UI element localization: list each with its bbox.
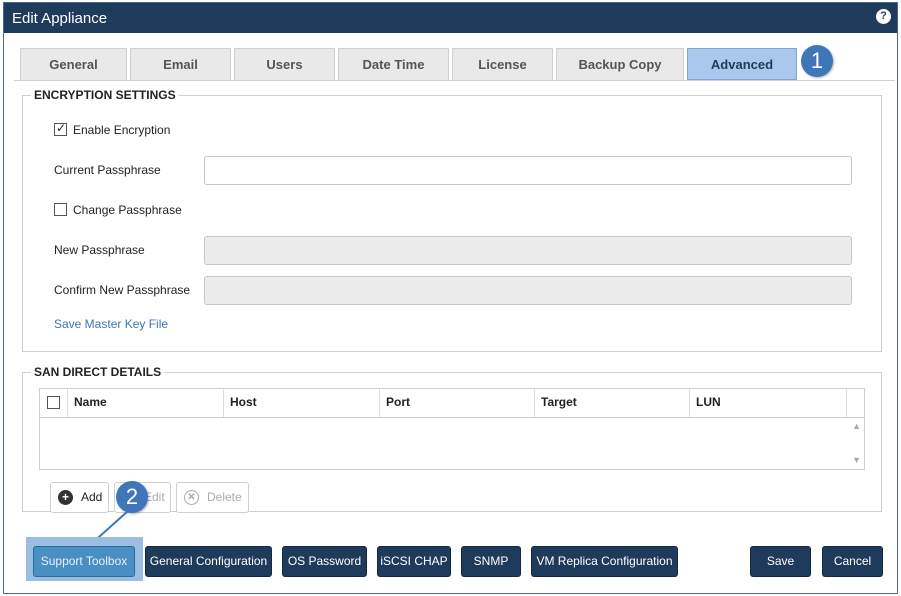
column-port[interactable]: Port (380, 389, 535, 417)
tab-email[interactable]: Email (130, 48, 231, 80)
san-direct-legend: SAN DIRECT DETAILS (31, 365, 165, 379)
callout-1: 1 (801, 45, 833, 77)
column-host[interactable]: Host (224, 389, 380, 417)
encryption-settings-legend: ENCRYPTION SETTINGS (31, 88, 179, 102)
column-target[interactable]: Target (535, 389, 690, 417)
scroll-down-icon[interactable]: ▼ (852, 455, 861, 465)
edit-appliance-dialog: Edit Appliance ? General Email Users Dat… (3, 2, 898, 594)
cancel-button[interactable]: Cancel (822, 546, 883, 577)
scroll-up-icon[interactable]: ▲ (852, 421, 861, 431)
help-icon[interactable]: ? (876, 9, 891, 24)
general-configuration-button[interactable]: General Configuration (145, 546, 272, 577)
iscsi-chap-button[interactable]: iSCSI CHAP (377, 546, 451, 577)
dialog-title: Edit Appliance (12, 10, 108, 27)
encryption-settings-group: ENCRYPTION SETTINGS Enable Encryption Cu… (22, 88, 882, 352)
delete-button-label: Delete (207, 490, 242, 504)
tab-divider (14, 80, 895, 81)
close-circle-icon: ✕ (184, 490, 199, 505)
save-button[interactable]: Save (750, 546, 811, 577)
current-passphrase-label: Current Passphrase (54, 163, 161, 177)
confirm-passphrase-input[interactable] (204, 276, 852, 305)
vm-replica-configuration-button[interactable]: VM Replica Configuration (531, 546, 678, 577)
enable-encryption-checkbox[interactable] (54, 121, 67, 136)
select-all-checkbox[interactable] (47, 396, 60, 409)
column-lun[interactable]: LUN (690, 389, 847, 417)
save-master-key-link[interactable]: Save Master Key File (54, 317, 168, 331)
new-passphrase-label: New Passphrase (54, 243, 145, 257)
tab-license[interactable]: License (452, 48, 553, 80)
delete-button[interactable]: ✕ Delete (176, 482, 249, 513)
san-table: Name Host Port Target LUN ▲ ▼ (39, 388, 865, 470)
change-passphrase-checkbox[interactable] (54, 203, 67, 216)
snmp-button[interactable]: SNMP (461, 546, 521, 577)
tab-advanced[interactable]: Advanced (687, 48, 797, 80)
plus-circle-icon: + (58, 490, 73, 505)
tab-general[interactable]: General (20, 48, 127, 80)
enable-encryption-label: Enable Encryption (73, 123, 171, 137)
add-button-label: Add (81, 490, 103, 504)
tab-users[interactable]: Users (234, 48, 335, 80)
os-password-button[interactable]: OS Password (282, 546, 367, 577)
tab-date-time[interactable]: Date Time (338, 48, 449, 80)
tab-backup-copy[interactable]: Backup Copy (556, 48, 684, 80)
select-all-cell (40, 389, 68, 417)
current-passphrase-input[interactable] (204, 156, 852, 185)
new-passphrase-input[interactable] (204, 236, 852, 265)
table-header: Name Host Port Target LUN (40, 389, 864, 418)
column-name[interactable]: Name (68, 389, 224, 417)
confirm-passphrase-label: Confirm New Passphrase (54, 283, 191, 297)
support-toolbox-button[interactable]: Support Toolbox (33, 546, 135, 577)
change-passphrase-label: Change Passphrase (73, 203, 182, 217)
title-bar: Edit Appliance ? (4, 3, 897, 33)
san-direct-group: SAN DIRECT DETAILS Name Host Port Target… (22, 365, 882, 513)
